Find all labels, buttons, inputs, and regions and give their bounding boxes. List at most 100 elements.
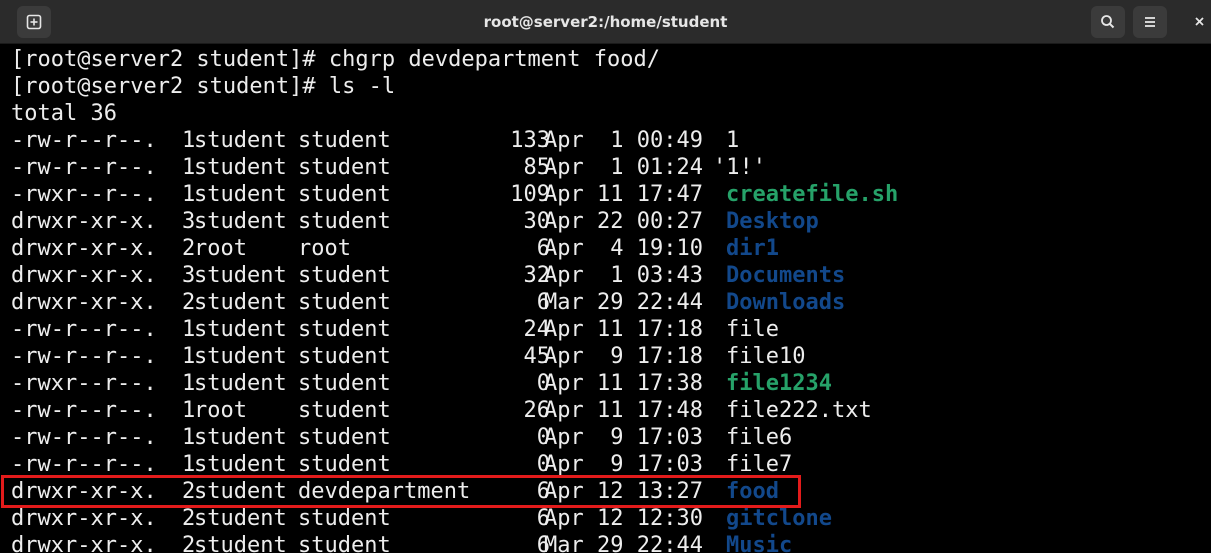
entry-size: 6 (536, 290, 550, 315)
entry-date: Apr 1 03:43 (544, 263, 703, 288)
entry-size: 6 (536, 533, 550, 553)
entry-perm: -rwxr--r--. (11, 371, 157, 396)
command-line: [root@server2 student]# chgrp devdepartm… (11, 47, 661, 72)
command-line: [root@server2 student]# ls -l (11, 74, 396, 99)
entry-owner: student (194, 182, 287, 207)
entry-date: Apr 9 17:03 (544, 425, 703, 450)
entry-date: Apr 11 17:18 (544, 317, 703, 342)
entry-owner: student (194, 344, 287, 369)
entry-size: 45 (523, 344, 551, 369)
entry-perm: drwxr-xr-x. (11, 209, 157, 234)
entry-group: student (298, 209, 391, 234)
entry-perm: drwxr-xr-x. (11, 263, 157, 288)
entry-size: 6 (536, 236, 550, 261)
entry-owner: student (194, 425, 287, 450)
entry-date: Apr 1 01:24 (544, 155, 703, 180)
title-bar: root@server2:/home/student (0, 0, 1211, 44)
entry-group: student (298, 344, 391, 369)
entry-date: Apr 11 17:48 (544, 398, 703, 423)
file-name: file10 (726, 344, 806, 369)
file-name: gitclone (726, 506, 832, 531)
entry-group: student (298, 155, 391, 180)
entry-perm: -rw-r--r--. (11, 425, 157, 450)
terminal-output[interactable]: [root@server2 student]# chgrp devdepartm… (0, 44, 1211, 553)
entry-perm: drwxr-xr-x. (11, 533, 157, 553)
file-name: Music (726, 533, 793, 553)
entry-group: root (298, 236, 351, 261)
entry-date: Apr 4 19:10 (544, 236, 703, 261)
entry-group: student (298, 263, 391, 288)
entry-group: student (298, 317, 391, 342)
file-name: file6 (726, 425, 793, 450)
entry-perm: -rw-r--r--. (11, 344, 157, 369)
entry-perm: -rw-r--r--. (11, 317, 157, 342)
entry-size: 85 (523, 155, 551, 180)
entry-size: 32 (523, 263, 551, 288)
total-line: total 36 (11, 101, 117, 126)
file-name: Desktop (726, 209, 819, 234)
entry-group: student (298, 128, 391, 153)
entry-perm: -rwxr--r--. (11, 182, 157, 207)
entry-owner: root (194, 398, 247, 423)
file-name: file1234 (726, 371, 832, 396)
scrollbar[interactable] (1207, 44, 1211, 553)
entry-date: Apr 9 17:18 (544, 344, 703, 369)
entry-group: student (298, 452, 391, 477)
entry-group: student (298, 371, 391, 396)
entry-size: 6 (536, 506, 550, 531)
entry-perm: -rw-r--r--. (11, 155, 157, 180)
entry-date: Apr 11 17:38 (544, 371, 703, 396)
entry-perm: drwxr-xr-x. (11, 290, 157, 315)
entry-owner: student (194, 128, 287, 153)
entry-size: 133 (510, 128, 550, 153)
file-name: dir1 (726, 236, 779, 261)
file-name: file7 (726, 452, 793, 477)
entry-owner: student (194, 452, 287, 477)
hamburger-menu-icon (1145, 17, 1155, 27)
entry-group: student (298, 533, 391, 553)
entry-owner: root (194, 236, 247, 261)
search-icon (1101, 15, 1115, 29)
file-name: '1!' (713, 155, 766, 180)
file-name: file (726, 317, 779, 342)
entry-group: student (298, 425, 391, 450)
close-button[interactable] (1183, 6, 1211, 38)
entry-date: Apr 9 17:03 (544, 452, 703, 477)
entry-group: student (298, 182, 391, 207)
entry-group: student (298, 290, 391, 315)
entry-date: Apr 12 12:30 (544, 506, 703, 531)
entry-date: Apr 22 00:27 (544, 209, 703, 234)
entry-owner: student (194, 317, 287, 342)
highlight-box (1, 475, 801, 508)
file-name: file222.txt (726, 398, 872, 423)
entry-size: 0 (536, 371, 550, 396)
entry-owner: student (194, 290, 287, 315)
entry-date: Mar 29 22:44 (544, 533, 703, 553)
close-icon (1195, 17, 1204, 26)
entry-perm: -rw-r--r--. (11, 398, 157, 423)
terminal-window: root@server2:/home/student [root@server2… (0, 0, 1211, 553)
entry-owner: student (194, 506, 287, 531)
entry-owner: student (194, 155, 287, 180)
entry-date: Apr 1 00:49 (544, 128, 703, 153)
entry-date: Apr 11 17:47 (544, 182, 703, 207)
entry-owner: student (194, 209, 287, 234)
entry-size: 109 (510, 182, 550, 207)
entry-group: student (298, 506, 391, 531)
menu-button[interactable] (1133, 6, 1167, 38)
entry-perm: drwxr-xr-x. (11, 236, 157, 261)
entry-owner: student (194, 371, 287, 396)
entry-owner: student (194, 263, 287, 288)
entry-owner: student (194, 533, 287, 553)
entry-size: 24 (523, 317, 551, 342)
entry-size: 30 (523, 209, 551, 234)
search-button[interactable] (1091, 6, 1125, 38)
file-name: 1 (726, 128, 740, 153)
entry-group: student (298, 398, 391, 423)
entry-date: Mar 29 22:44 (544, 290, 703, 315)
file-name: createfile.sh (726, 182, 899, 207)
entry-size: 0 (536, 425, 550, 450)
window-title: root@server2:/home/student (483, 13, 728, 31)
entry-size: 26 (523, 398, 551, 423)
entry-size: 0 (536, 452, 550, 477)
